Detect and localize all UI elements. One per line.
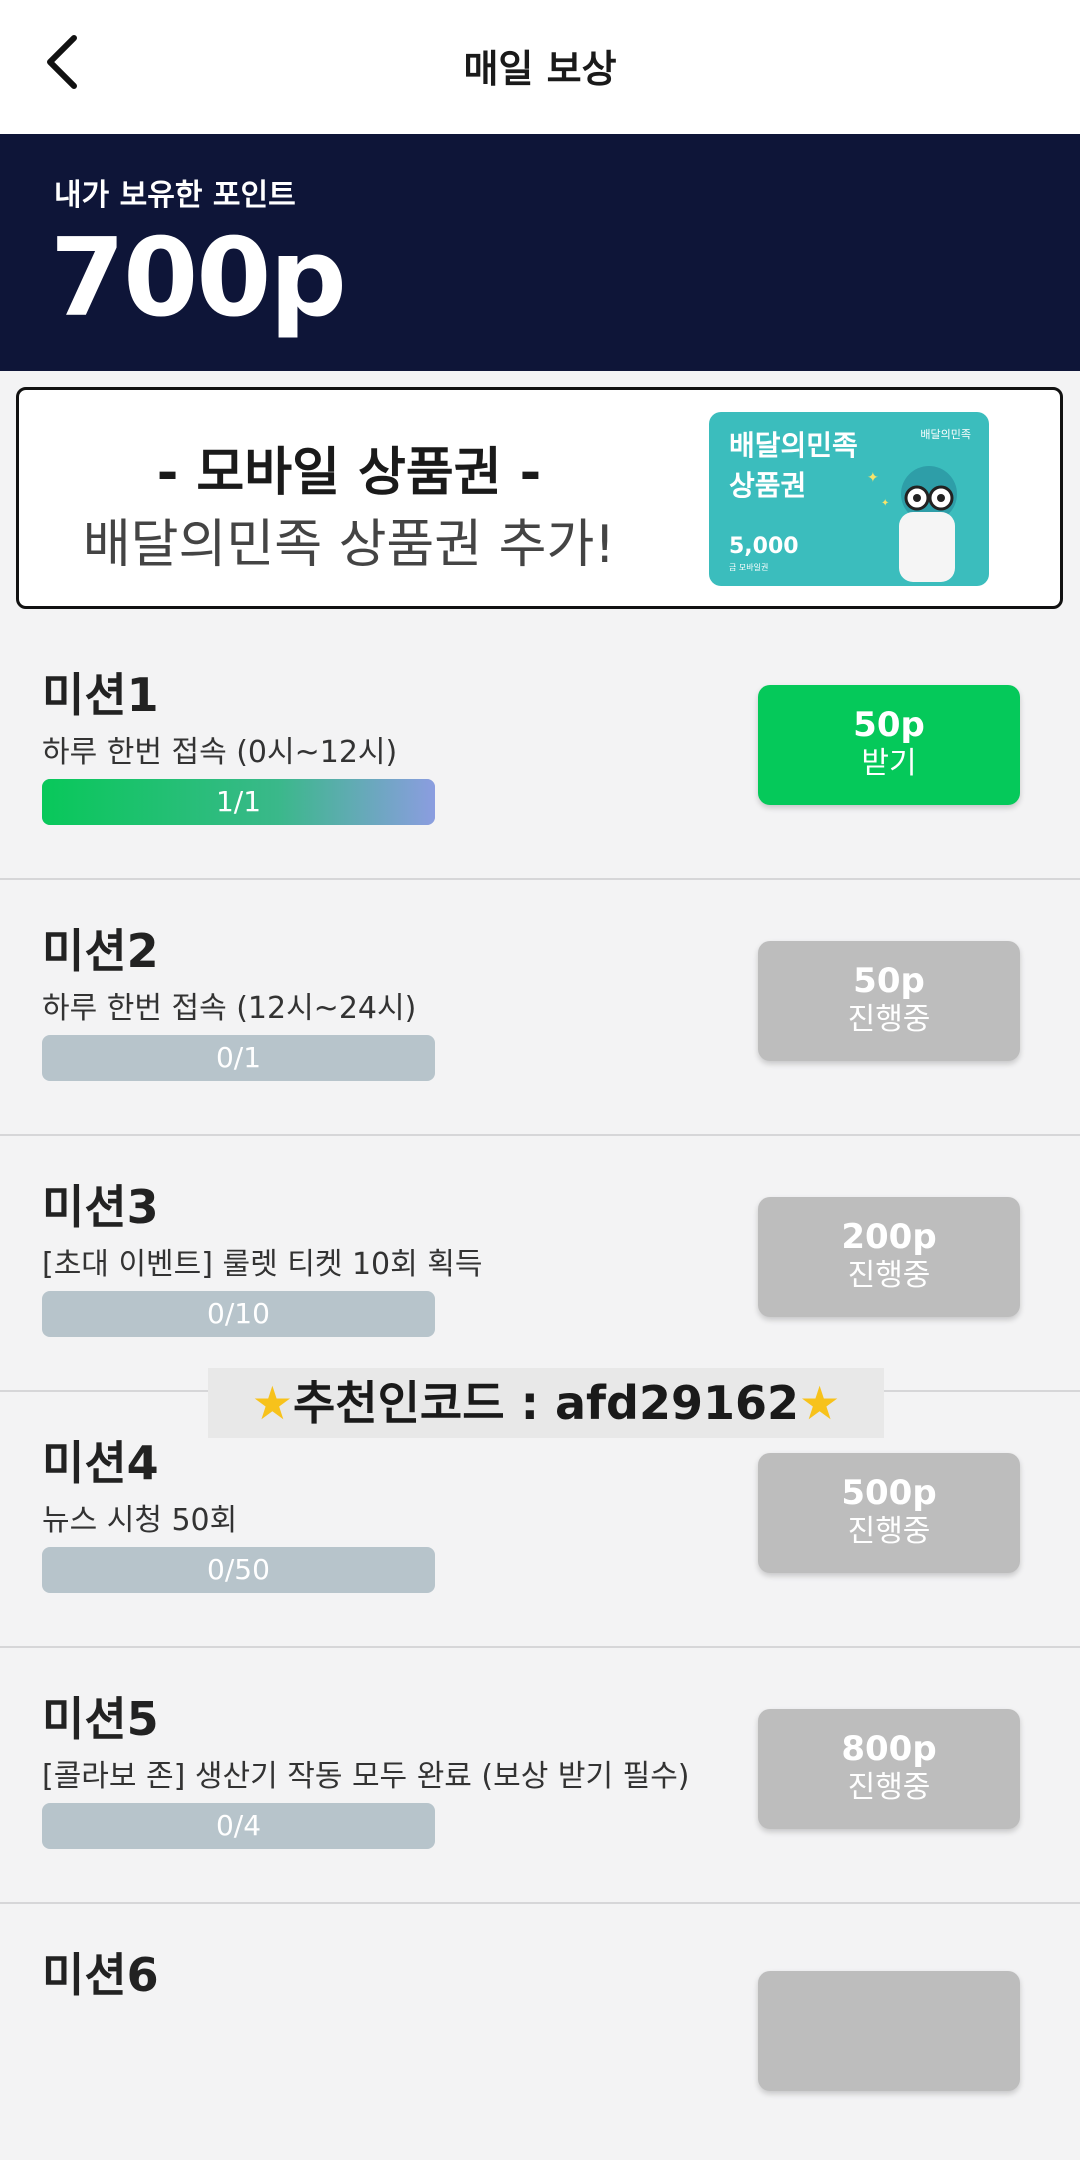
mascot-illustration-icon: ✦ ✦	[867, 466, 957, 582]
mission-progress-bar: 0/10	[42, 1291, 435, 1337]
mission-title: 미션6	[42, 1948, 159, 2002]
mission-description: 하루 한번 접속 (12시~24시)	[42, 991, 417, 1026]
reward-button[interactable]	[758, 1971, 1020, 2091]
giftcard-brand: 배달의민족	[920, 428, 971, 441]
mission-title: 미션5	[42, 1692, 159, 1746]
referral-code-text: 추천인코드 : afd29162	[292, 1376, 800, 1430]
reward-status: 진행중	[847, 1258, 931, 1293]
progress-text: 0/4	[215, 1809, 262, 1842]
progress-text: 0/50	[207, 1553, 270, 1586]
mission-description: 뉴스 시청 50회	[42, 1503, 238, 1538]
promo-title: - 모바일 상품권 -	[156, 443, 542, 503]
reward-points: 500p	[841, 1473, 937, 1513]
reward-status: 진행중	[847, 1002, 931, 1037]
promo-subtitle: 배달의민족 상품권 추가!	[82, 515, 616, 575]
promo-banner[interactable]: - 모바일 상품권 - 배달의민족 상품권 추가! 배달의민족 상품권 배달의민…	[16, 387, 1063, 609]
mission-title: 미션1	[42, 668, 159, 722]
mission-item: 미션1 하루 한번 접속 (0시~12시) 1/1 50p 받기	[0, 625, 1080, 880]
reward-button[interactable]: 50p 진행중	[758, 941, 1020, 1061]
reward-points: 200p	[841, 1217, 937, 1257]
reward-button[interactable]: 200p 진행중	[758, 1197, 1020, 1317]
reward-status: 진행중	[847, 1514, 931, 1549]
points-banner: 내가 보유한 포인트 700p	[0, 134, 1080, 371]
mission-title: 미션2	[42, 924, 159, 978]
reward-points: 50p	[853, 961, 925, 1001]
star-icon: ★	[251, 1376, 293, 1430]
progress-text: 0/1	[215, 1041, 262, 1074]
progress-text: 0/10	[207, 1297, 270, 1330]
referral-code-banner: ★추천인코드 : afd29162★	[208, 1368, 884, 1438]
mission-item: 미션3 [초대 이벤트] 룰렛 티켓 10회 획득 0/10 200p 진행중	[0, 1137, 1080, 1392]
reward-points: 50p	[853, 705, 925, 745]
mission-description: 하루 한번 접속 (0시~12시)	[42, 735, 398, 770]
mission-title: 미션4	[42, 1436, 159, 1490]
reward-button[interactable]: 800p 진행중	[758, 1709, 1020, 1829]
mission-description: [초대 이벤트] 룰렛 티켓 10회 획득	[42, 1247, 483, 1282]
star-icon: ★	[799, 1376, 841, 1430]
reward-status: 받기	[861, 746, 917, 781]
claim-reward-button[interactable]: 50p 받기	[758, 685, 1020, 805]
app-header: 매일 보상	[0, 0, 1080, 134]
reward-status: 진행중	[847, 1770, 931, 1805]
giftcard-name: 배달의민족 상품권	[729, 429, 858, 502]
giftcard-amount: 5,000	[729, 534, 799, 559]
reward-points: 800p	[841, 1729, 937, 1769]
mission-item: 미션2 하루 한번 접속 (12시~24시) 0/1 50p 진행중	[0, 881, 1080, 1136]
page-title: 매일 보상	[463, 47, 617, 91]
svg-text:✦: ✦	[867, 470, 879, 486]
mission-description: [콜라보 존] 생산기 작동 모두 완료 (보상 받기 필수)	[42, 1759, 690, 1794]
mission-item: 미션6	[0, 1905, 1080, 2160]
mission-progress-bar: 0/4	[42, 1803, 435, 1849]
giftcard-note: 금 모바일권	[729, 563, 769, 572]
mission-progress-bar: 0/50	[42, 1547, 435, 1593]
giftcard-image: 배달의민족 상품권 배달의민족 ✦ ✦ 5,000 금 모바일권	[709, 412, 989, 586]
mission-item: 미션5 [콜라보 존] 생산기 작동 모두 완료 (보상 받기 필수) 0/4 …	[0, 1649, 1080, 1904]
mission-title: 미션3	[42, 1180, 159, 1234]
points-label: 내가 보유한 포인트	[54, 178, 296, 213]
progress-text: 1/1	[215, 785, 262, 818]
svg-text:✦: ✦	[881, 498, 889, 509]
points-value: 700p	[50, 216, 347, 341]
reward-button[interactable]: 500p 진행중	[758, 1453, 1020, 1573]
mission-progress-bar: 1/1	[42, 779, 435, 825]
mission-progress-bar: 0/1	[42, 1035, 435, 1081]
